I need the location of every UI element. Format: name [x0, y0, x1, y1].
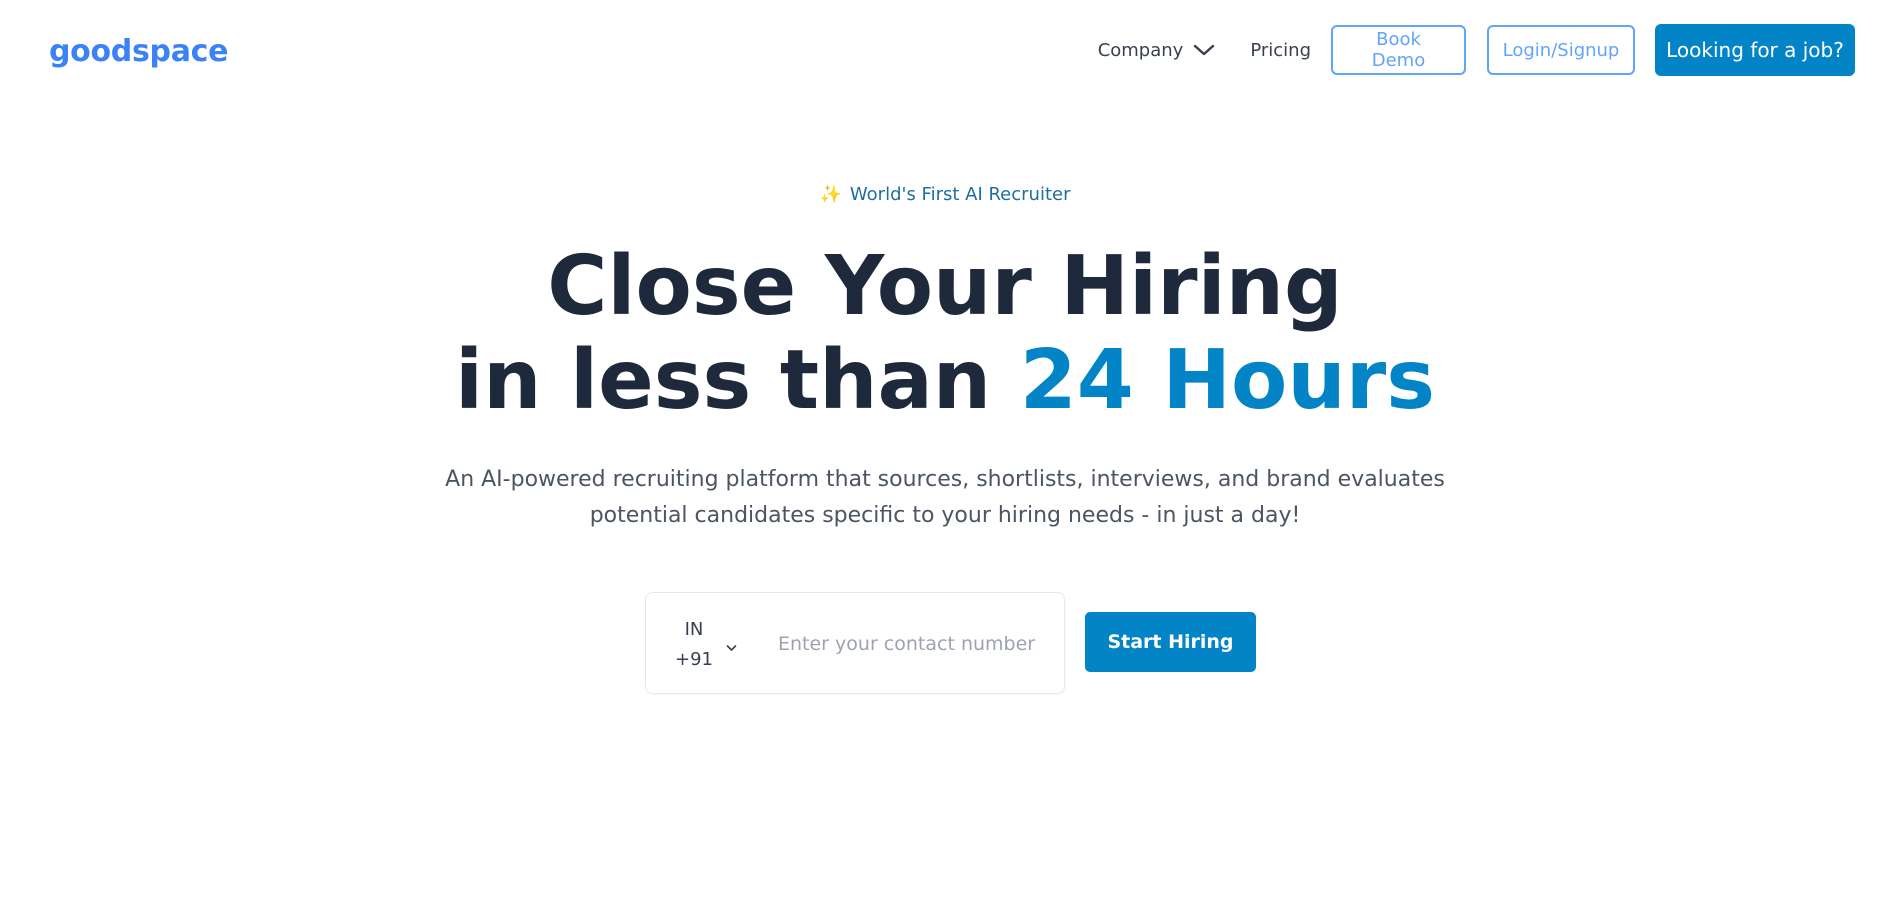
pricing-link[interactable]: Pricing	[1250, 40, 1311, 61]
country-code-label: IN	[684, 619, 704, 640]
dial-code-label: +91	[675, 649, 713, 670]
headline-line-1: Close Your Hiring	[547, 239, 1343, 334]
hero-subtext: An AI-powered recruiting platform that s…	[445, 467, 1445, 528]
company-menu-label: Company	[1097, 39, 1184, 61]
chevron-down-icon	[1193, 41, 1215, 62]
landing-page: goodspace Company Pricing Book Demo Logi…	[0, 0, 1890, 900]
headline-accent: 24 Hours	[1019, 333, 1435, 428]
country-code-select[interactable]: IN +91	[672, 615, 742, 675]
headline-line-2-prefix: in less than	[454, 333, 992, 428]
company-menu[interactable]: Company	[1098, 39, 1216, 62]
start-hiring-button[interactable]: Start Hiring	[1085, 612, 1256, 672]
login-signup-button[interactable]: Login/Signup	[1487, 25, 1635, 75]
brand-logo[interactable]: goodspace	[49, 32, 228, 72]
book-demo-button[interactable]: Book Demo	[1331, 25, 1466, 75]
country-code-display: IN +91	[672, 615, 716, 675]
site-header: goodspace Company Pricing Book Demo Logi…	[0, 0, 1890, 100]
phone-number-field: IN +91	[645, 592, 1065, 694]
main-nav: Company Pricing Book Demo Login/Signup L…	[1098, 24, 1855, 76]
contact-number-input[interactable]	[778, 623, 1048, 665]
hero-headline: Close Your Hiring in less than 24 Hours	[0, 240, 1890, 428]
hero-badge: ✨ World's First AI Recruiter	[0, 184, 1890, 205]
chevron-down-icon	[726, 637, 737, 656]
looking-for-job-button[interactable]: Looking for a job?	[1655, 24, 1855, 76]
sparkles-icon: ✨	[819, 184, 842, 205]
hero-badge-text: World's First AI Recruiter	[849, 184, 1071, 205]
